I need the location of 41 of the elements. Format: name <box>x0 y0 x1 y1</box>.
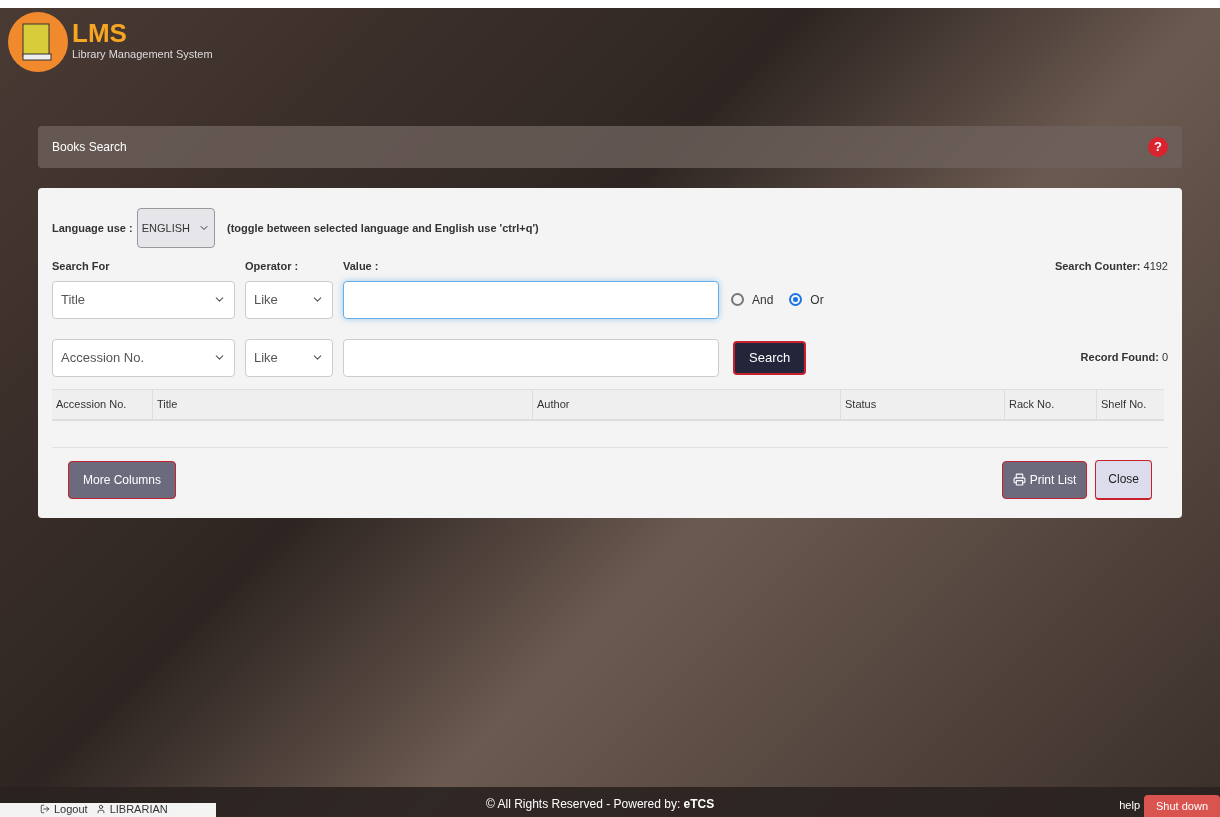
column-header: Rack No. <box>1004 389 1096 419</box>
search-field-select[interactable]: Accession No. <box>52 338 235 377</box>
book-logo-icon <box>8 12 68 72</box>
user-label: LIBRARIAN <box>95 803 168 815</box>
value-label: Value : <box>343 259 379 274</box>
logout-link[interactable]: Logout <box>40 803 88 815</box>
column-header: Shelf No. <box>1096 389 1164 419</box>
column-header: Accession No. <box>55 396 128 412</box>
radio-button[interactable] <box>789 293 803 306</box>
shutdown-button[interactable]: Shut down <box>1144 795 1220 817</box>
user-icon <box>95 804 106 814</box>
operator-label: Operator : <box>245 259 300 274</box>
column-header: Author <box>532 389 840 419</box>
radio-label: Or <box>810 291 824 309</box>
print-list-button[interactable]: Print List <box>1001 460 1088 499</box>
help-icon[interactable]: ? <box>1148 137 1168 157</box>
search-for-label: Search For <box>52 259 111 274</box>
search-button[interactable]: Search <box>733 340 807 375</box>
search-counter: Search Counter: 4192 <box>1054 259 1168 274</box>
language-hint: (toggle between selected language and English use 'ctrl+q') <box>227 220 539 236</box>
record-found: Record Found: 0 <box>1080 350 1168 366</box>
close-button[interactable]: Close <box>1095 459 1152 500</box>
operator-select[interactable]: Like <box>245 280 333 319</box>
panel-title: Books Search <box>52 139 127 156</box>
copyright-text: © All Rights Reserved - Powered by: eTCS <box>486 796 715 813</box>
column-header: Title <box>152 389 532 419</box>
radio-label: And <box>752 291 774 309</box>
operator-select[interactable]: Like <box>245 338 333 377</box>
value-input[interactable] <box>343 280 719 319</box>
value-input[interactable] <box>343 338 719 377</box>
printer-icon <box>1012 473 1026 486</box>
radio-button[interactable] <box>731 293 744 306</box>
help-link[interactable]: help <box>1119 796 1140 813</box>
language-label: Language use : <box>52 220 133 236</box>
column-header: Status <box>840 389 1004 419</box>
more-columns-button[interactable]: More Columns <box>68 460 177 499</box>
logo-subtitle: Library Management System <box>72 47 213 62</box>
language-select[interactable]: ENGLISH <box>136 208 215 248</box>
logout-icon <box>40 804 50 814</box>
search-field-select[interactable]: Title <box>52 280 235 319</box>
logo-title: LMS <box>72 20 128 46</box>
